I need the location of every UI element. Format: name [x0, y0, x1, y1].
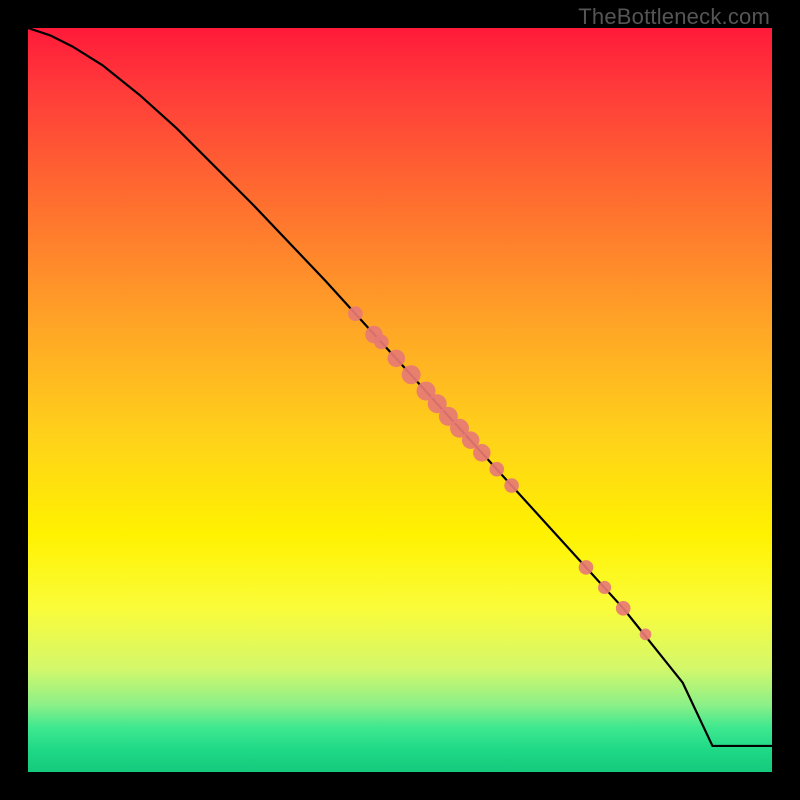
plot-area: [28, 28, 772, 772]
data-point: [402, 365, 421, 384]
chart-svg: [28, 28, 772, 772]
data-point: [473, 444, 491, 462]
watermark-text: TheBottleneck.com: [578, 4, 770, 30]
data-point: [348, 306, 363, 321]
data-points: [348, 306, 651, 640]
data-point: [489, 462, 504, 477]
data-point: [388, 350, 406, 368]
data-point: [616, 601, 631, 616]
data-point: [374, 335, 389, 350]
chart-frame: TheBottleneck.com: [0, 0, 800, 800]
data-point: [640, 629, 652, 641]
data-point: [598, 581, 611, 594]
data-point: [579, 560, 594, 575]
curve-line: [28, 28, 772, 746]
data-point: [504, 478, 519, 493]
